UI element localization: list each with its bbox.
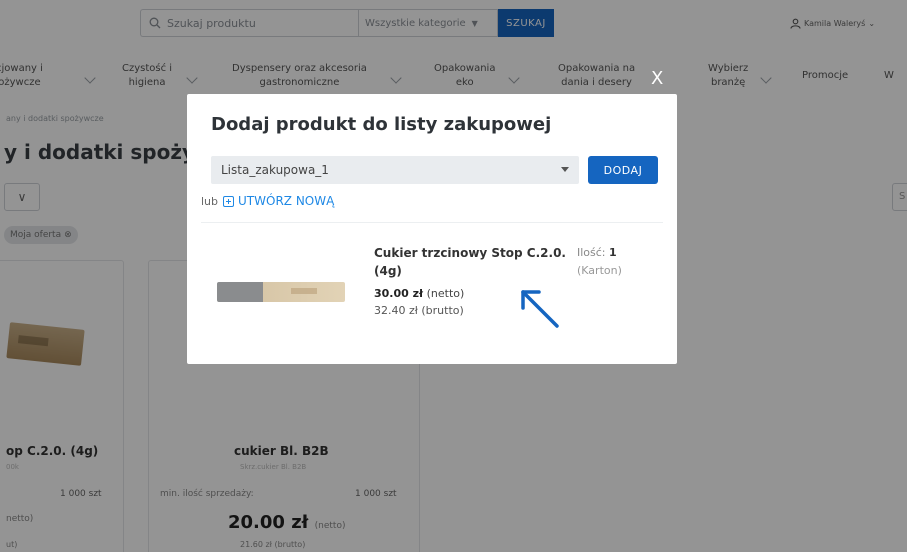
close-modal-button[interactable]: X xyxy=(651,68,663,89)
product-net-price-suffix: (netto) xyxy=(426,287,465,300)
quantity-label: Ilość: xyxy=(577,246,606,259)
quantity-value: 1 xyxy=(609,246,617,259)
add-button[interactable]: DODAJ xyxy=(588,156,658,184)
caret-down-icon xyxy=(561,167,569,172)
add-to-list-modal: Dodaj produkt do listy zakupowej Lista_z… xyxy=(187,94,677,364)
product-net-price: 30.00 zł (netto) xyxy=(374,287,464,300)
annotation-arrow-icon xyxy=(521,290,559,328)
product-image xyxy=(217,282,345,302)
product-net-price-value: 30.00 zł xyxy=(374,287,424,300)
quantity-info: Ilość: 1 xyxy=(577,246,617,259)
product-gross-price: 32.40 zł (brutto) xyxy=(374,304,464,317)
divider xyxy=(201,222,663,223)
modal-title: Dodaj produkt do listy zakupowej xyxy=(211,114,552,135)
product-name: Cukier trzcinowy Stop C.2.0. (4g) xyxy=(374,246,566,278)
shopping-list-select[interactable]: Lista_zakupowa_1 xyxy=(211,156,579,184)
create-new-list-label: UTWÓRZ NOWĄ xyxy=(238,194,335,208)
quantity-unit: (Karton) xyxy=(577,264,622,277)
shopping-list-select-value: Lista_zakupowa_1 xyxy=(221,163,329,177)
create-new-list-link[interactable]: UTWÓRZ NOWĄ xyxy=(223,194,334,208)
plus-square-icon xyxy=(223,195,235,207)
or-label: lub xyxy=(201,194,219,208)
create-list-row: lub UTWÓRZ NOWĄ xyxy=(201,194,334,208)
